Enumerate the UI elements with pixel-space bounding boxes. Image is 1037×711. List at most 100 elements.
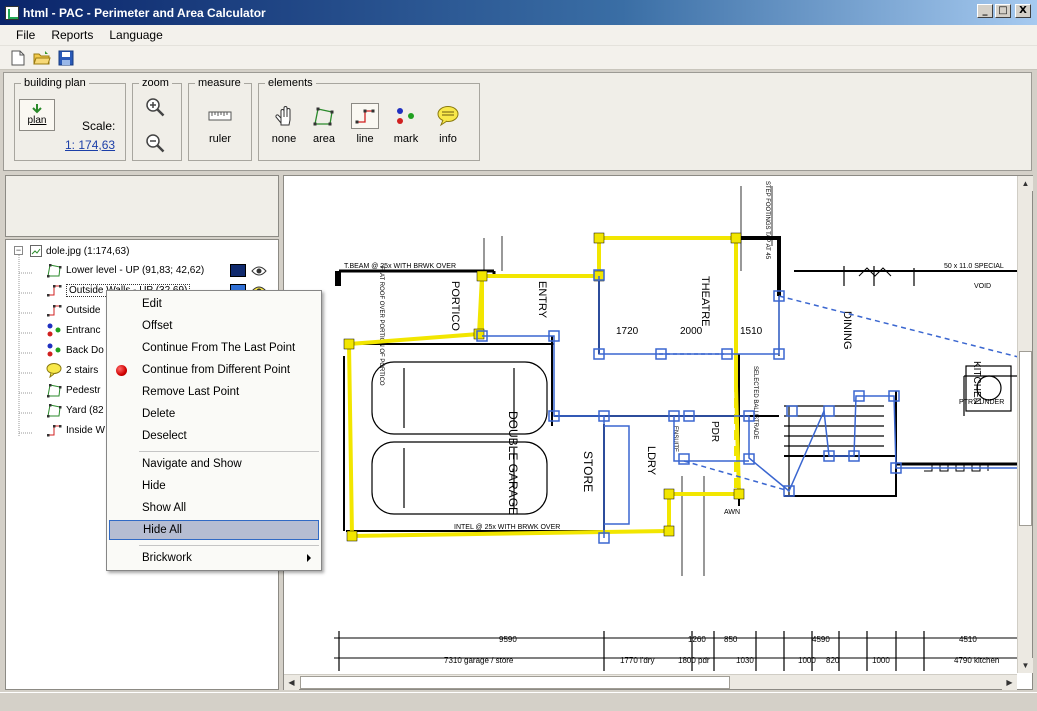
menu-continue-last-point[interactable]: Continue From The Last Point xyxy=(109,338,319,358)
menu-hide-all[interactable]: Hide All xyxy=(109,520,319,540)
tree-item-label: Outside xyxy=(66,304,101,316)
title-bar[interactable]: html - PAC - Perimeter and Area Calculat… xyxy=(0,0,1037,25)
tool-info[interactable]: info xyxy=(427,103,469,145)
tool-line[interactable]: line xyxy=(344,103,386,145)
menu-edit[interactable]: Edit xyxy=(109,294,319,314)
mark-dots-icon xyxy=(47,323,61,337)
tree-item[interactable]: Outside xyxy=(46,301,100,319)
line-segment-icon xyxy=(47,285,62,297)
properties-panel xyxy=(5,175,279,237)
menu-separator xyxy=(139,545,319,546)
menu-file[interactable]: File xyxy=(8,28,43,42)
tree-item[interactable]: Yard (82 xyxy=(46,401,104,419)
scroll-up-arrow-icon[interactable]: ▲ xyxy=(1018,176,1033,191)
menu-remove-last-point[interactable]: Remove Last Point xyxy=(109,382,319,402)
vertical-scrollbar[interactable]: ▲ ▼ xyxy=(1017,176,1033,673)
plan-dimension: 1260 xyxy=(688,635,706,644)
vertical-scroll-thumb[interactable] xyxy=(1019,351,1032,526)
plan-dimension: 850 xyxy=(724,635,738,644)
plan-note: ENSUITE xyxy=(672,426,678,452)
plan-dimension: 820 xyxy=(826,656,840,665)
status-bar xyxy=(0,692,1037,711)
plan-room-label: ENTRY xyxy=(536,281,548,319)
plan-dimension: 1030 xyxy=(736,656,754,665)
tree-item[interactable]: Inside W xyxy=(46,421,105,439)
zoom-in-icon[interactable] xyxy=(143,95,169,121)
plan-dimension: 4790 kitchen xyxy=(954,656,999,665)
tool-mark-label: mark xyxy=(393,133,419,145)
scroll-left-arrow-icon[interactable]: ◀ xyxy=(284,675,299,690)
menu-language[interactable]: Language xyxy=(101,28,170,42)
eye-visible-icon[interactable] xyxy=(251,265,267,277)
tree-item-label: Back Do xyxy=(66,344,104,356)
tree-collapse-toggle[interactable]: − xyxy=(14,246,23,255)
menu-reports[interactable]: Reports xyxy=(43,28,101,42)
tool-line-label: line xyxy=(356,133,374,145)
tree-item[interactable]: Pedestr xyxy=(46,381,100,399)
tree-item[interactable]: Entranc xyxy=(46,321,100,339)
group-elements-legend: elements xyxy=(268,77,313,89)
plan-room-label: PORTICO xyxy=(449,281,461,331)
tree-item-label: Inside W xyxy=(66,424,105,436)
plan-dimension: 1510 xyxy=(740,326,763,337)
save-disk-icon[interactable] xyxy=(56,48,76,68)
app-icon xyxy=(5,5,19,20)
menu-show-all[interactable]: Show All xyxy=(109,498,319,518)
plan-note: INTEL @ 25x WITH BRWK OVER xyxy=(454,524,560,531)
red-dot-icon xyxy=(116,365,127,376)
tool-area[interactable]: area xyxy=(303,103,345,145)
menu-offset[interactable]: Offset xyxy=(109,316,319,336)
group-measure: measure ruler xyxy=(188,77,252,161)
horizontal-scroll-thumb[interactable] xyxy=(300,676,730,689)
plan-dimension: 2000 xyxy=(680,326,703,337)
tree-item[interactable]: 2 stairs xyxy=(46,361,98,379)
tool-none[interactable]: none xyxy=(263,103,305,145)
color-swatch[interactable] xyxy=(230,264,246,277)
horizontal-scrollbar[interactable]: ◀ ▶ xyxy=(284,674,1017,690)
mark-dots-icon xyxy=(392,103,420,129)
menu-brickwork[interactable]: Brickwork xyxy=(109,548,319,568)
plan-note: SELECTED BALUSTRADE xyxy=(752,366,758,439)
tree-item-label: Pedestr xyxy=(66,384,101,396)
scroll-right-arrow-icon[interactable]: ▶ xyxy=(1002,675,1017,690)
menu-navigate-and-show[interactable]: Navigate and Show xyxy=(109,454,319,474)
plan-dimension: 7310 garage / store xyxy=(444,656,514,665)
menu-continue-different-point[interactable]: Continue from Different Point xyxy=(109,360,319,380)
context-menu: Edit Offset Continue From The Last Point… xyxy=(106,290,322,571)
group-building-plan-legend: building plan xyxy=(24,77,86,89)
menu-delete[interactable]: Delete xyxy=(109,404,319,424)
new-file-icon[interactable] xyxy=(8,48,28,68)
toolbar xyxy=(0,46,1037,70)
ruler-icon xyxy=(206,103,234,129)
open-folder-icon[interactable] xyxy=(32,48,52,68)
area-polygon-icon xyxy=(47,264,62,278)
ruler-tool[interactable]: ruler xyxy=(199,103,241,145)
tree-item-label: Lower level - UP (91,83; 42,62) xyxy=(66,264,205,276)
plan-button[interactable]: plan xyxy=(19,99,55,131)
speech-bubble-icon xyxy=(434,103,462,129)
group-zoom: zoom xyxy=(132,77,182,161)
tree-root[interactable]: dole.jpg (1:174,63) xyxy=(30,242,129,260)
tool-none-label: none xyxy=(271,133,297,145)
scroll-down-arrow-icon[interactable]: ▼ xyxy=(1018,658,1033,673)
menu-hide[interactable]: Hide xyxy=(109,476,319,496)
plan-dimension: 1000 xyxy=(798,656,816,665)
plan-canvas[interactable]: THEATRE ENTRY PORTICO DOUBLE GARAGE STOR… xyxy=(283,175,1033,690)
menu-continue-different-point-label: Continue from Different Point xyxy=(142,364,291,376)
plan-lines xyxy=(334,186,1024,671)
plan-dimension: 4510 xyxy=(959,635,977,644)
menu-deselect[interactable]: Deselect xyxy=(109,426,319,446)
minimize-button[interactable]: _ xyxy=(977,4,993,18)
close-button[interactable]: X xyxy=(1015,4,1031,18)
tree-root-label: dole.jpg (1:174,63) xyxy=(46,245,130,257)
speech-bubble-icon xyxy=(46,363,62,378)
plan-dimension: 4590 xyxy=(812,635,830,644)
line-segment-icon xyxy=(47,305,62,317)
scale-value-link[interactable]: 1: 174,63 xyxy=(65,138,115,152)
tool-mark[interactable]: mark xyxy=(385,103,427,145)
area-polygon-icon xyxy=(47,404,62,418)
tree-item[interactable]: Back Do xyxy=(46,341,104,359)
zoom-out-icon[interactable] xyxy=(143,131,169,157)
tree-item[interactable]: Lower level - UP (91,83; 42,62) xyxy=(46,261,204,279)
maximize-button[interactable]: □ xyxy=(995,4,1011,18)
